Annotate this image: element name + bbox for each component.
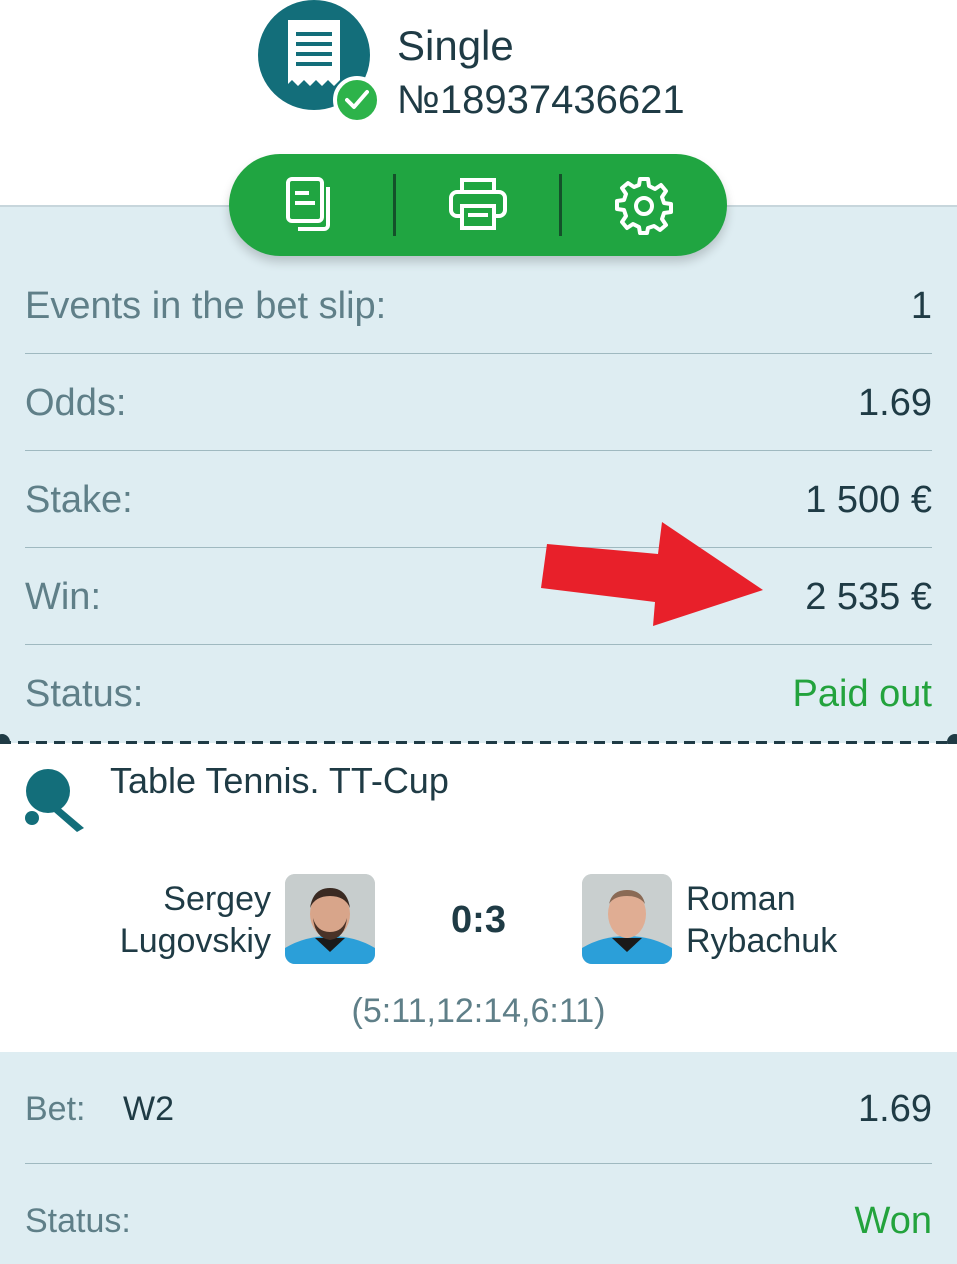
bet-status-row: Status: Won [25,1164,932,1264]
row-label: Win: [25,576,101,618]
summary-panel: Events in the bet slip: 1 Odds: 1.69 Sta… [0,205,957,743]
copy-document-icon [286,177,330,231]
team2-name: Roman Rybachuk [686,878,837,962]
table-tennis-icon [25,769,84,832]
tournament-name: Table Tennis. TT-Cup [110,760,449,801]
row-label: Stake: [25,479,133,521]
receipt-icon [288,20,340,86]
summary-row-status: Status: Paid out [25,645,932,742]
print-button[interactable] [395,154,561,256]
annotation-arrow-icon [541,522,763,626]
copy-button[interactable] [229,154,395,256]
team2-avatar [582,874,672,964]
row-value: 1 [910,285,932,327]
set-scores: (5:11,12:14,6:11) [351,992,606,1030]
ticket-number: №18937436621 [397,78,685,122]
event-card[interactable]: Table Tennis. TT-Cup Sergey Lugovskiy 0:… [0,744,957,1052]
bet-status-value: Won [854,1200,932,1242]
row-value: 2 535 € [805,576,932,618]
bet-panel: Bet: W2 1.69 Status: Won [0,1052,957,1264]
team2-last-name: Rybachuk [686,922,838,960]
bet-odds: 1.69 [858,1088,932,1130]
bet-selection: W2 [123,1090,174,1128]
row-value: 1 500 € [805,479,932,521]
summary-row-win: Win: 2 535 € [25,548,932,645]
printer-icon [449,178,507,230]
check-badge [333,76,381,124]
check-icon [345,90,369,109]
row-value: 1.69 [858,382,932,424]
team2-first-name: Roman [686,880,796,918]
row-label: Events in the bet slip: [25,285,387,327]
bet-type-title: Single [397,22,514,69]
summary-row-events: Events in the bet slip: 1 [25,257,932,354]
status-value: Paid out [792,673,932,715]
bet-status-label: Status: [25,1202,131,1240]
summary-row-stake: Stake: 1 500 € [25,451,932,548]
row-label: Odds: [25,382,127,424]
bet-label: Bet: [25,1090,86,1128]
action-toolbar [229,154,727,256]
settings-button[interactable] [561,154,727,256]
row-label: Status: [25,673,144,715]
summary-row-odds: Odds: 1.69 [25,354,932,451]
bet-row: Bet: W2 1.69 [25,1052,932,1164]
settings-gear-icon [615,177,673,235]
